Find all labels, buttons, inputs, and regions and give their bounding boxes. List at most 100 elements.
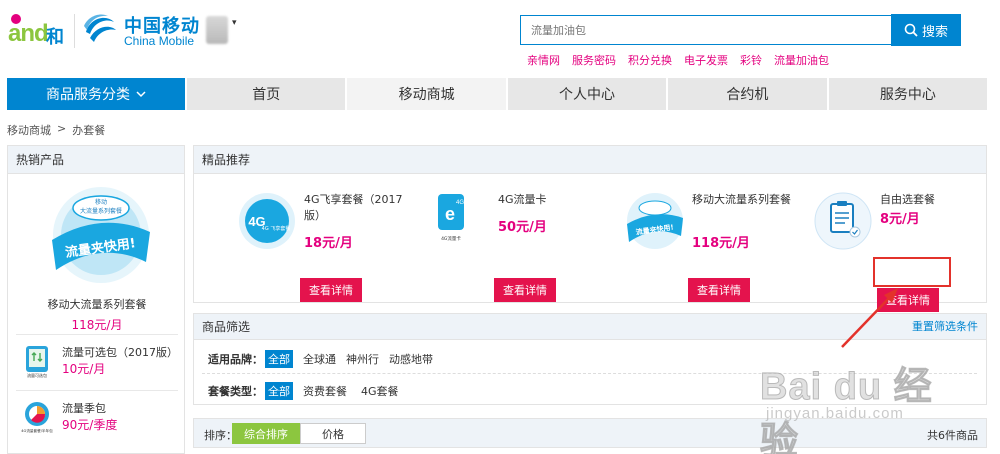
- china-mobile-logo[interactable]: 中国移动 China Mobile: [82, 10, 212, 50]
- caret-down-icon: ▾: [232, 18, 237, 28]
- filter-option[interactable]: 全球通: [303, 351, 336, 367]
- sidebar-item-optional-pack[interactable]: 流量可选包 流量可选包（2017版） 10元/月: [16, 342, 181, 382]
- svg-text:e: e: [445, 204, 455, 224]
- svg-text:4G流量卡: 4G流量卡: [441, 235, 461, 242]
- city-selector[interactable]: ▾: [206, 16, 248, 46]
- featured-item-4g-data-card: e 4G 4G流量卡 4G流量卡 50元/月 查看详情: [430, 188, 620, 302]
- nav-item-mall[interactable]: 移动商城: [345, 78, 506, 110]
- 4g-feixiang-image[interactable]: 4G 4G 飞享套餐: [236, 188, 298, 254]
- hot-word-link[interactable]: 服务密码: [572, 52, 616, 68]
- svg-text:4G 飞享套餐: 4G 飞享套餐: [262, 225, 291, 232]
- divider: [16, 334, 178, 335]
- filter-option-selected[interactable]: 全部: [265, 382, 293, 400]
- search-input[interactable]: [521, 16, 892, 44]
- sort-bar: 排序： 综合排序 价格 共6件商品: [193, 418, 987, 448]
- china-mobile-en: China Mobile: [124, 34, 195, 48]
- featured-title: 精品推荐: [194, 146, 986, 174]
- search-icon: [904, 23, 918, 37]
- breadcrumb-current: 办套餐: [72, 124, 106, 137]
- promo-product-name[interactable]: 移动大流量系列套餐: [8, 296, 186, 312]
- annotation-arrow-icon: [841, 288, 898, 348]
- filter-option-selected[interactable]: 全部: [265, 350, 293, 368]
- and-he-logo[interactable]: and 和: [8, 14, 68, 48]
- filter-row-type: 套餐类型： 全部 资费套餐 4G套餐: [208, 382, 399, 400]
- svg-text:大流量系列套餐: 大流量系列套餐: [80, 207, 122, 215]
- hot-products-panel: 热销产品 移动 大流量系列套餐 流量夹快用! 移动大流量系列套餐 118元/月 …: [7, 145, 185, 454]
- sidebar-item-name: 流量可选包（2017版）: [62, 346, 178, 359]
- featured-list: 4G 4G 飞享套餐 4G飞享套餐（2017版） 18元/月 查看详情 e 4G…: [194, 174, 986, 312]
- sidebar-item-name: 流量季包: [62, 402, 106, 415]
- breadcrumb-separator: >: [57, 122, 67, 135]
- nav-item-contract-phone[interactable]: 合约机: [666, 78, 827, 110]
- hot-word-link[interactable]: 积分兑换: [628, 52, 672, 68]
- promo-product-price: 118元/月: [71, 318, 123, 332]
- china-mobile-emblem-icon: [84, 14, 116, 42]
- sidebar-item-price: 10元/月: [62, 362, 106, 376]
- search-box: [520, 15, 892, 45]
- view-details-button[interactable]: 查看详情: [300, 278, 362, 302]
- reset-filter-link[interactable]: 重置筛选条件: [912, 314, 978, 340]
- hot-word-link[interactable]: 亲情网: [527, 52, 560, 68]
- logo-and-text: and: [8, 20, 49, 47]
- svg-text:4G: 4G: [456, 200, 464, 206]
- nav-item-personal[interactable]: 个人中心: [505, 78, 667, 110]
- featured-item-4g-feixiang: 4G 4G 飞享套餐 4G飞享套餐（2017版） 18元/月 查看详情: [236, 188, 426, 302]
- featured-panel: 精品推荐 4G 4G 飞享套餐 4G飞享套餐（2017版） 18元/月 查看详情…: [193, 145, 987, 312]
- featured-item-price: 8元/月: [880, 212, 920, 227]
- hot-word-link[interactable]: 彩铃: [740, 52, 762, 68]
- filter-option[interactable]: 动感地带: [389, 351, 433, 367]
- hot-words: 亲情网 服务密码 积分兑换 电子发票 彩铃 流量加油包: [527, 52, 829, 68]
- hot-word-link[interactable]: 流量加油包: [774, 52, 829, 68]
- category-menu-label: 商品服务分类: [46, 87, 130, 103]
- logo-divider: [74, 14, 75, 48]
- product-count: 共6件商品: [927, 429, 978, 442]
- data-pack-icon: 流量可选包: [26, 346, 48, 378]
- svg-text:流量可选包: 流量可选包: [27, 372, 47, 378]
- featured-item-name[interactable]: 4G流量卡: [498, 192, 598, 208]
- main-nav: 商品服务分类 首页 移动商城 个人中心 合约机 服务中心: [7, 78, 988, 110]
- featured-item-price: 18元/月: [304, 236, 353, 251]
- filter-label: 适用品牌：: [208, 353, 263, 366]
- hot-products-title: 热销产品: [8, 146, 184, 174]
- sort-option-default[interactable]: 综合排序: [232, 423, 300, 444]
- clipboard-plan-icon[interactable]: [812, 188, 874, 254]
- featured-item-big-data-plan: 流量夹快用! 移动大流量系列套餐 118元/月 查看详情: [624, 188, 814, 302]
- search-button[interactable]: 搜索: [891, 14, 961, 46]
- filter-option[interactable]: 资费套餐: [303, 383, 347, 399]
- annotation-highlight-box: [873, 257, 951, 287]
- featured-item-price: 50元/月: [498, 220, 547, 235]
- sidebar-item-price: 90元/季度: [62, 418, 118, 432]
- 4g-sim-card-image[interactable]: e 4G 4G流量卡: [430, 188, 492, 254]
- featured-item-name[interactable]: 4G飞享套餐（2017版）: [304, 192, 404, 224]
- sidebar-item-quarter-pack[interactable]: 4G流量套餐/半年包 流量季包 90元/季度: [16, 398, 181, 438]
- breadcrumb-link[interactable]: 移动商城: [7, 122, 51, 138]
- category-menu-button[interactable]: 商品服务分类: [7, 78, 185, 110]
- filter-divider: [202, 373, 977, 374]
- quarter-pack-icon: 4G流量套餐/半年包: [21, 402, 53, 433]
- sort-option-price[interactable]: 价格: [300, 423, 366, 444]
- view-details-button[interactable]: 查看详情: [494, 278, 556, 302]
- filter-option[interactable]: 4G套餐: [361, 383, 399, 399]
- logo-he-text: 和: [46, 27, 64, 48]
- featured-item-name[interactable]: 自由选套餐: [880, 192, 980, 208]
- featured-item-name[interactable]: 移动大流量系列套餐: [692, 192, 792, 208]
- divider: [16, 390, 178, 391]
- big-data-plan-image[interactable]: 流量夹快用!: [624, 188, 686, 254]
- hot-word-link[interactable]: 电子发票: [684, 52, 728, 68]
- filter-row-brand: 适用品牌： 全部 全球通 神州行 动感地带: [208, 350, 433, 368]
- search-button-label: 搜索: [921, 24, 948, 40]
- nav-item-service-center[interactable]: 服务中心: [826, 78, 988, 110]
- breadcrumb: 移动商城 > 办套餐: [7, 122, 105, 138]
- svg-text:4G流量套餐/半年包: 4G流量套餐/半年包: [21, 428, 53, 433]
- filter-option[interactable]: 神州行: [346, 351, 379, 367]
- svg-text:移动: 移动: [95, 198, 107, 206]
- site-header: and 和 中国移动 China Mobile ▾ 搜索 亲情网 服务密码 积分…: [0, 0, 1000, 75]
- view-details-button[interactable]: 查看详情: [688, 278, 750, 302]
- city-name-blurred: [206, 16, 228, 44]
- promo-banner-image[interactable]: 移动 大流量系列套餐 流量夹快用!: [46, 180, 156, 290]
- filter-label: 套餐类型：: [208, 385, 263, 398]
- nav-item-home[interactable]: 首页: [185, 78, 346, 110]
- filter-title-text: 商品筛选: [202, 320, 251, 334]
- chevron-down-icon: [136, 91, 146, 98]
- featured-item-price: 118元/月: [692, 236, 750, 251]
